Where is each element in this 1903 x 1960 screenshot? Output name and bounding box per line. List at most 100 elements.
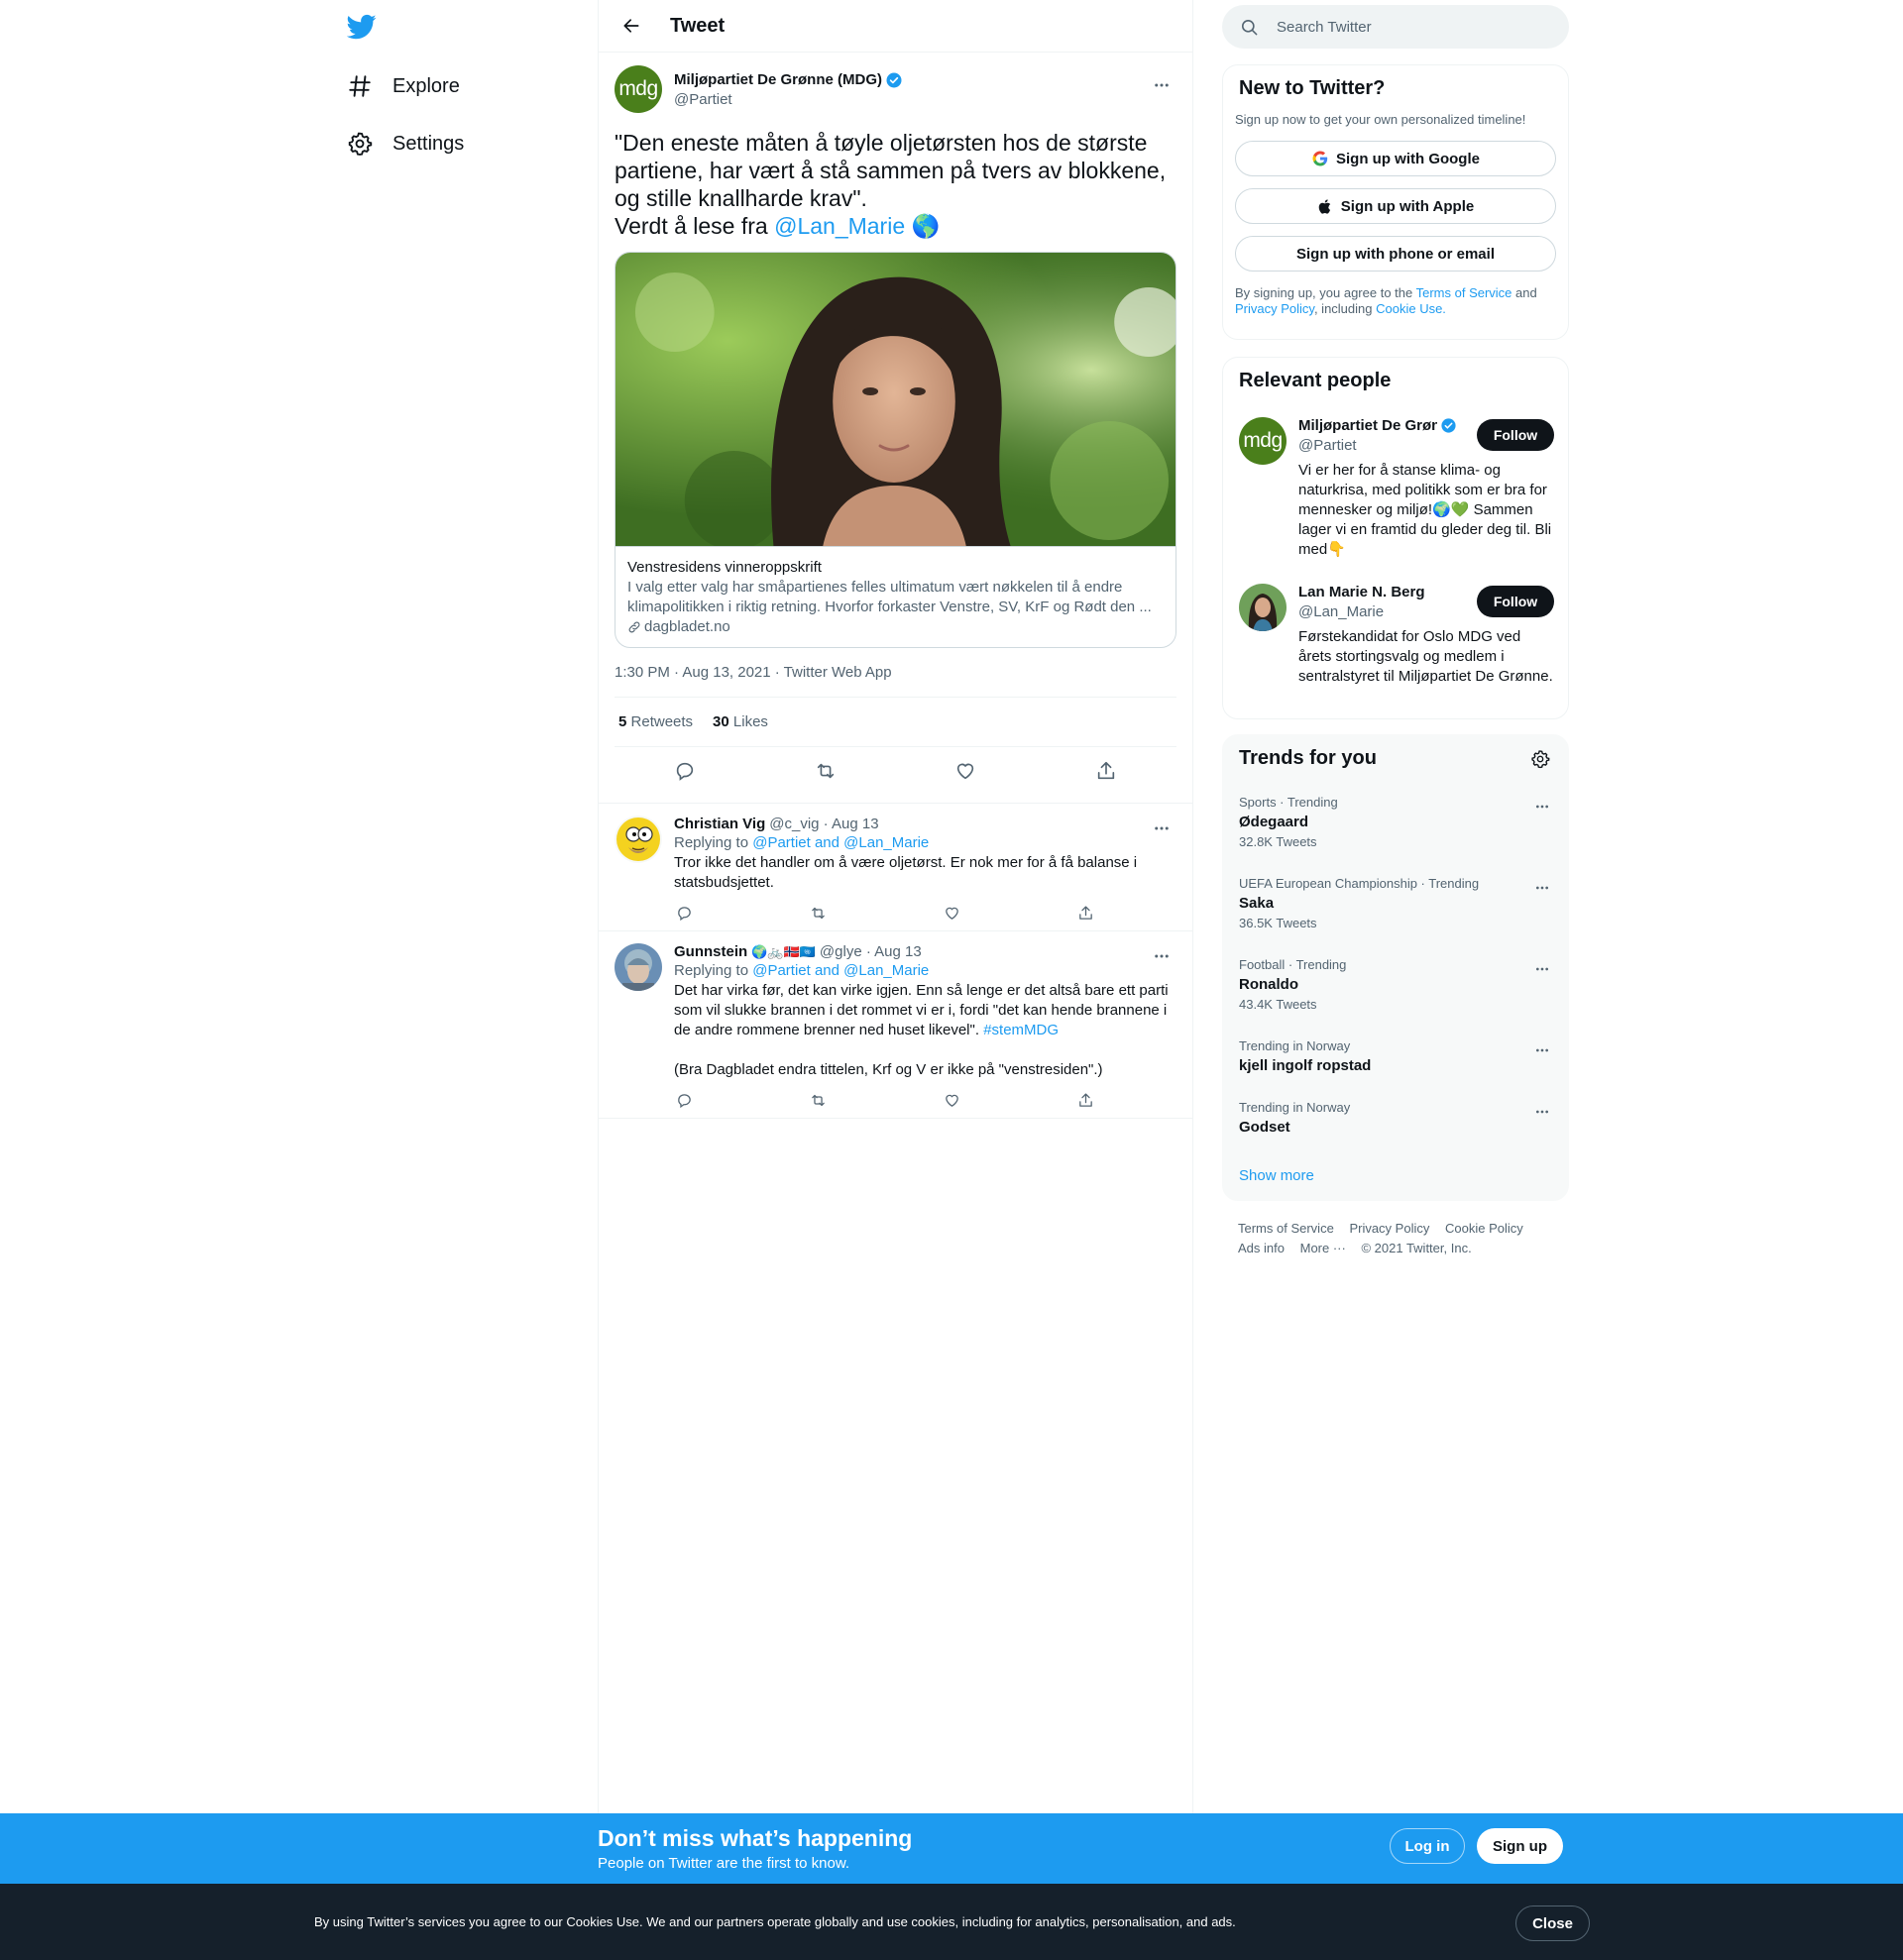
- more-options-icon[interactable]: [1147, 70, 1176, 100]
- nav-item-settings[interactable]: Settings: [347, 119, 464, 168]
- terms-text-1: By signing up, you agree to the: [1235, 285, 1416, 300]
- like-icon[interactable]: [949, 754, 982, 788]
- person-bio: Vi er her for å stanse klima- og naturkr…: [1298, 462, 1552, 558]
- link-card[interactable]: Venstresidens vinneroppskrift I valg ett…: [615, 252, 1176, 648]
- privacy-policy-link[interactable]: Privacy Policy: [1235, 301, 1314, 316]
- cookie-text: By using Twitter’s services you agree to…: [314, 1914, 1236, 1929]
- author-handle[interactable]: @Partiet: [674, 91, 903, 108]
- signup-apple-label: Sign up with Apple: [1340, 197, 1475, 215]
- reply-author-handle[interactable]: @c_vig · Aug 13: [769, 816, 878, 832]
- cookie-banner: By using Twitter’s services you agree to…: [0, 1884, 1903, 1960]
- search-bar[interactable]: [1222, 5, 1569, 49]
- footer-cookie-link[interactable]: Cookie Policy: [1445, 1221, 1523, 1236]
- cookie-close-button[interactable]: Close: [1515, 1906, 1590, 1941]
- more-options-icon[interactable]: [1530, 957, 1554, 981]
- author-name[interactable]: Miljøpartiet De Grønne (MDG): [674, 71, 882, 88]
- tweet-timestamp[interactable]: 1:30 PM · Aug 13, 2021 · Twitter Web App: [615, 664, 1176, 698]
- reply-icon[interactable]: [668, 754, 702, 788]
- trend-name: kjell ingolf ropstad: [1239, 1057, 1372, 1074]
- footer-ads-link[interactable]: Ads info: [1238, 1241, 1285, 1255]
- signup-terms: By signing up, you agree to the Terms of…: [1235, 285, 1556, 317]
- tweet-header: Tweet: [599, 0, 1192, 53]
- signup-phone-email-button[interactable]: Sign up with phone or email: [1235, 236, 1556, 272]
- terms-of-service-link[interactable]: Terms of Service: [1416, 285, 1512, 300]
- reply-actions: [674, 1090, 1095, 1110]
- relevant-people-title: Relevant people: [1239, 370, 1392, 391]
- trend-item[interactable]: UEFA European Championship · Trending Sa…: [1239, 876, 1554, 930]
- avatar[interactable]: [615, 816, 662, 863]
- share-icon[interactable]: [1089, 754, 1123, 788]
- follow-button[interactable]: Follow: [1477, 586, 1554, 617]
- more-options-icon[interactable]: [1530, 876, 1554, 900]
- avatar[interactable]: mdg: [615, 65, 662, 113]
- back-arrow-icon[interactable]: [615, 9, 648, 43]
- trends-settings-gear-icon[interactable]: [1530, 749, 1550, 769]
- card-domain: dagbladet.no: [644, 618, 730, 635]
- avatar[interactable]: mdg: [1239, 417, 1287, 465]
- more-options-icon[interactable]: [1530, 1038, 1554, 1062]
- footer-terms-link[interactable]: Terms of Service: [1238, 1221, 1334, 1236]
- tweet-text-lead: Verdt å lese fra: [615, 213, 775, 239]
- retweets-stat[interactable]: 5 Retweets: [618, 713, 693, 730]
- more-options-icon[interactable]: [1530, 1100, 1554, 1124]
- reply-tweet[interactable]: Gunnstein 🌍🚲🇳🇴🇺🇳 @glye · Aug 13 Replying…: [599, 930, 1192, 1118]
- trend-item[interactable]: Football · Trending Ronaldo 43.4K Tweets: [1239, 957, 1554, 1012]
- footer-more-link[interactable]: More ···: [1300, 1241, 1346, 1255]
- person-name[interactable]: Lan Marie N. Berg: [1298, 584, 1457, 600]
- person-name[interactable]: Miljøpartiet De Grønne (MDG): [1298, 417, 1437, 434]
- reply-author-name[interactable]: Christian Vig: [674, 816, 765, 832]
- mention-link[interactable]: @Lan_Marie: [774, 213, 905, 239]
- trend-item[interactable]: Trending in Norway Godset: [1239, 1100, 1554, 1136]
- trend-item[interactable]: Trending in Norway kjell ingolf ropstad: [1239, 1038, 1554, 1074]
- replying-to-mentions[interactable]: @Partiet and @Lan_Marie: [752, 962, 929, 979]
- likes-count: 30: [713, 713, 729, 730]
- retweet-icon[interactable]: [808, 1090, 828, 1110]
- person-handle[interactable]: @Lan_Marie: [1298, 603, 1457, 620]
- retweets-label: Retweets: [630, 713, 694, 730]
- reply-author-name[interactable]: Gunnstein: [674, 943, 747, 960]
- likes-stat[interactable]: 30 Likes: [713, 713, 768, 730]
- signup-button[interactable]: Sign up: [1477, 1828, 1563, 1864]
- card-title: Venstresidens vinneroppskrift: [627, 559, 822, 576]
- nav-item-explore[interactable]: Explore: [347, 61, 460, 111]
- replying-to: Replying to @Partiet and @Lan_Marie: [674, 834, 1176, 851]
- show-more-link[interactable]: Show more: [1239, 1167, 1314, 1184]
- signup-apple-button[interactable]: Sign up with Apple: [1235, 188, 1556, 224]
- search-input[interactable]: [1277, 18, 1534, 36]
- person-handle[interactable]: @Partiet: [1298, 437, 1457, 454]
- avatar[interactable]: [1239, 584, 1287, 631]
- reply-header: Christian Vig @c_vig · Aug 13: [674, 816, 1176, 832]
- follow-button[interactable]: Follow: [1477, 419, 1554, 451]
- share-icon[interactable]: [1075, 903, 1095, 923]
- relevant-people-panel: Relevant people mdg Miljøpartiet De Grøn…: [1222, 357, 1569, 719]
- like-icon[interactable]: [942, 1090, 961, 1110]
- more-options-icon[interactable]: [1147, 941, 1176, 971]
- reply-author-handle[interactable]: @glye · Aug 13: [820, 943, 922, 960]
- reply-actions: [674, 903, 1095, 923]
- retweet-icon[interactable]: [809, 754, 842, 788]
- reply-tweet[interactable]: Christian Vig @c_vig · Aug 13 Replying t…: [599, 803, 1192, 930]
- more-options-icon[interactable]: [1147, 814, 1176, 843]
- globe-emoji: 🌎: [911, 213, 941, 239]
- hashtag-link[interactable]: #stemMDG: [983, 1022, 1059, 1038]
- signup-google-button[interactable]: Sign up with Google: [1235, 141, 1556, 176]
- replying-to-mentions[interactable]: @Partiet and @Lan_Marie: [752, 834, 929, 851]
- google-icon: [1311, 150, 1329, 167]
- twitter-logo-icon[interactable]: [347, 12, 377, 42]
- cookie-use-link[interactable]: Cookie Use.: [1376, 301, 1446, 316]
- reply-icon[interactable]: [674, 903, 694, 923]
- footer-privacy-link[interactable]: Privacy Policy: [1349, 1221, 1429, 1236]
- more-options-icon[interactable]: [1530, 795, 1554, 818]
- login-button[interactable]: Log in: [1390, 1828, 1465, 1864]
- hashtag-icon: [347, 73, 373, 99]
- trend-count: 32.8K Tweets: [1239, 834, 1317, 849]
- avatar[interactable]: [615, 943, 662, 991]
- login-prompt-bar: Don’t miss what’s happening People on Tw…: [0, 1813, 1903, 1884]
- tweet-author[interactable]: mdg Miljøpartiet De Grønne (MDG) @Partie…: [615, 64, 1176, 114]
- like-icon[interactable]: [942, 903, 961, 923]
- trend-item[interactable]: Sports · Trending Ødegaard 32.8K Tweets: [1239, 795, 1554, 849]
- trend-name: Godset: [1239, 1119, 1290, 1136]
- reply-icon[interactable]: [674, 1090, 694, 1110]
- retweet-icon[interactable]: [808, 903, 828, 923]
- share-icon[interactable]: [1075, 1090, 1095, 1110]
